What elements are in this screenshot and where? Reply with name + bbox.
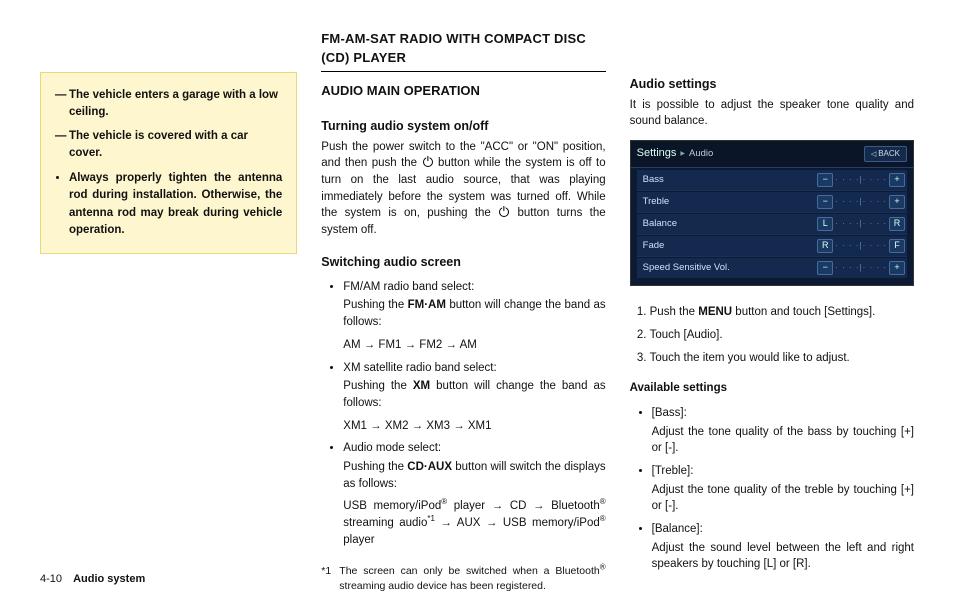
column-2: FM-AM-SAT RADIO WITH COMPACT DISC (CD) P…: [321, 30, 605, 583]
slider-track: · · · ·|· · · ·: [835, 240, 887, 252]
paragraph-audio-settings: It is possible to adjust the speaker ton…: [630, 97, 914, 134]
row-label: Balance: [643, 217, 677, 231]
slider-group: −· · · ·|· · · ·+: [817, 195, 905, 209]
screen-row: Balance L· · · ·|· · · ·R: [637, 214, 907, 235]
screen-breadcrumb: Audio: [689, 147, 713, 161]
list-item-fmam: FM/AM radio band select: Pushing the FM·…: [343, 279, 605, 354]
setting-item-treble: [Treble]: Adjust the tone quality of the…: [652, 463, 914, 515]
page-footer: 4-10 Audio system: [40, 573, 145, 585]
back-button[interactable]: ◁ BACK: [864, 146, 907, 162]
instructions-list: Push the MENU button and touch [Settings…: [630, 304, 914, 372]
screen-row: Speed Sensitive Vol. −· · · ·|· · · ·+: [637, 258, 907, 278]
list-item-audiomode: Audio mode select: Pushing the CD·AUX bu…: [343, 440, 605, 548]
caution-text: The vehicle is covered with a car cover.: [69, 128, 282, 163]
slider-track: · · · ·|· · · ·: [835, 218, 887, 230]
screen-row: Treble −· · · ·|· · · ·+: [637, 192, 907, 213]
row-label: Bass: [643, 173, 664, 187]
increase-button[interactable]: +: [889, 261, 905, 275]
decrease-button[interactable]: L: [817, 217, 833, 231]
caution-item-cover: — The vehicle is covered with a car cove…: [55, 128, 282, 163]
screen-header: Settings ▶ Audio ◁ BACK: [631, 141, 913, 168]
decrease-button[interactable]: R: [817, 239, 833, 253]
row-label: Treble: [643, 195, 670, 209]
increase-button[interactable]: F: [889, 239, 905, 253]
footnote: *1 The screen can only be switched when …: [321, 564, 605, 594]
screen-title: Settings: [637, 146, 677, 162]
section-heading: FM-AM-SAT RADIO WITH COMPACT DISC (CD) P…: [321, 30, 605, 72]
setting-item-balance: [Balance]: Adjust the sound level betwee…: [652, 521, 914, 573]
increase-button[interactable]: R: [889, 217, 905, 231]
available-settings-list: [Bass]: Adjust the tone quality of the b…: [630, 405, 914, 579]
caution-item-antenna: Always properly tighten the antenna rod …: [69, 170, 282, 239]
power-icon: [423, 157, 433, 167]
page-number: 4-10: [40, 573, 62, 585]
list-item-xm: XM satellite radio band select: Pushing …: [343, 360, 605, 435]
setting-item-bass: [Bass]: Adjust the tone quality of the b…: [652, 405, 914, 457]
heading-available-settings: Available settings: [630, 380, 914, 397]
screen-rows: Bass−· · · ·|· · · ·+Treble−· · · ·|· · …: [631, 168, 913, 285]
slider-group: R· · · ·|· · · ·F: [817, 239, 905, 253]
increase-button[interactable]: +: [889, 195, 905, 209]
slider-group: L· · · ·|· · · ·R: [817, 217, 905, 231]
caution-item-garage: — The vehicle enters a garage with a low…: [55, 87, 282, 122]
section-name: Audio system: [73, 573, 145, 585]
instruction-step-2: Touch [Audio].: [650, 327, 914, 344]
decrease-button[interactable]: −: [817, 173, 833, 187]
slider-track: · · · ·|· · · ·: [835, 174, 887, 186]
column-1: — The vehicle enters a garage with a low…: [40, 30, 297, 583]
breadcrumb-arrow-icon: ▶: [680, 150, 685, 159]
screen-row: Fade R· · · ·|· · · ·F: [637, 236, 907, 257]
settings-screen: Settings ▶ Audio ◁ BACK Bass−· · · ·|· ·…: [630, 140, 914, 286]
subheading-audio-main: AUDIO MAIN OPERATION: [321, 82, 605, 101]
screen-row: Bass −· · · ·|· · · ·+: [637, 170, 907, 191]
slider-group: −· · · ·|· · · ·+: [817, 173, 905, 187]
column-3: Audio settings It is possible to adjust …: [630, 30, 914, 583]
slider-track: · · · ·|· · · ·: [835, 262, 887, 274]
power-icon: [499, 207, 509, 217]
instruction-step-3: Touch the item you would like to adjust.: [650, 350, 914, 367]
caution-box: — The vehicle enters a garage with a low…: [40, 72, 297, 254]
increase-button[interactable]: +: [889, 173, 905, 187]
heading-switching-screen: Switching audio screen: [321, 253, 605, 271]
row-label: Fade: [643, 239, 665, 253]
page: — The vehicle enters a garage with a low…: [0, 0, 954, 603]
slider-track: · · · ·|· · · ·: [835, 196, 887, 208]
decrease-button[interactable]: −: [817, 195, 833, 209]
paragraph-turning: Push the power switch to the "ACC" or "O…: [321, 139, 605, 243]
heading-turning-onoff: Turning audio system on/off: [321, 117, 605, 135]
instruction-step-1: Push the MENU button and touch [Settings…: [650, 304, 914, 321]
caution-text: The vehicle enters a garage with a low c…: [69, 87, 282, 122]
slider-group: −· · · ·|· · · ·+: [817, 261, 905, 275]
switching-list: FM/AM radio band select: Pushing the FM·…: [321, 279, 605, 554]
heading-audio-settings: Audio settings: [630, 75, 914, 93]
decrease-button[interactable]: −: [817, 261, 833, 275]
row-label: Speed Sensitive Vol.: [643, 261, 730, 275]
